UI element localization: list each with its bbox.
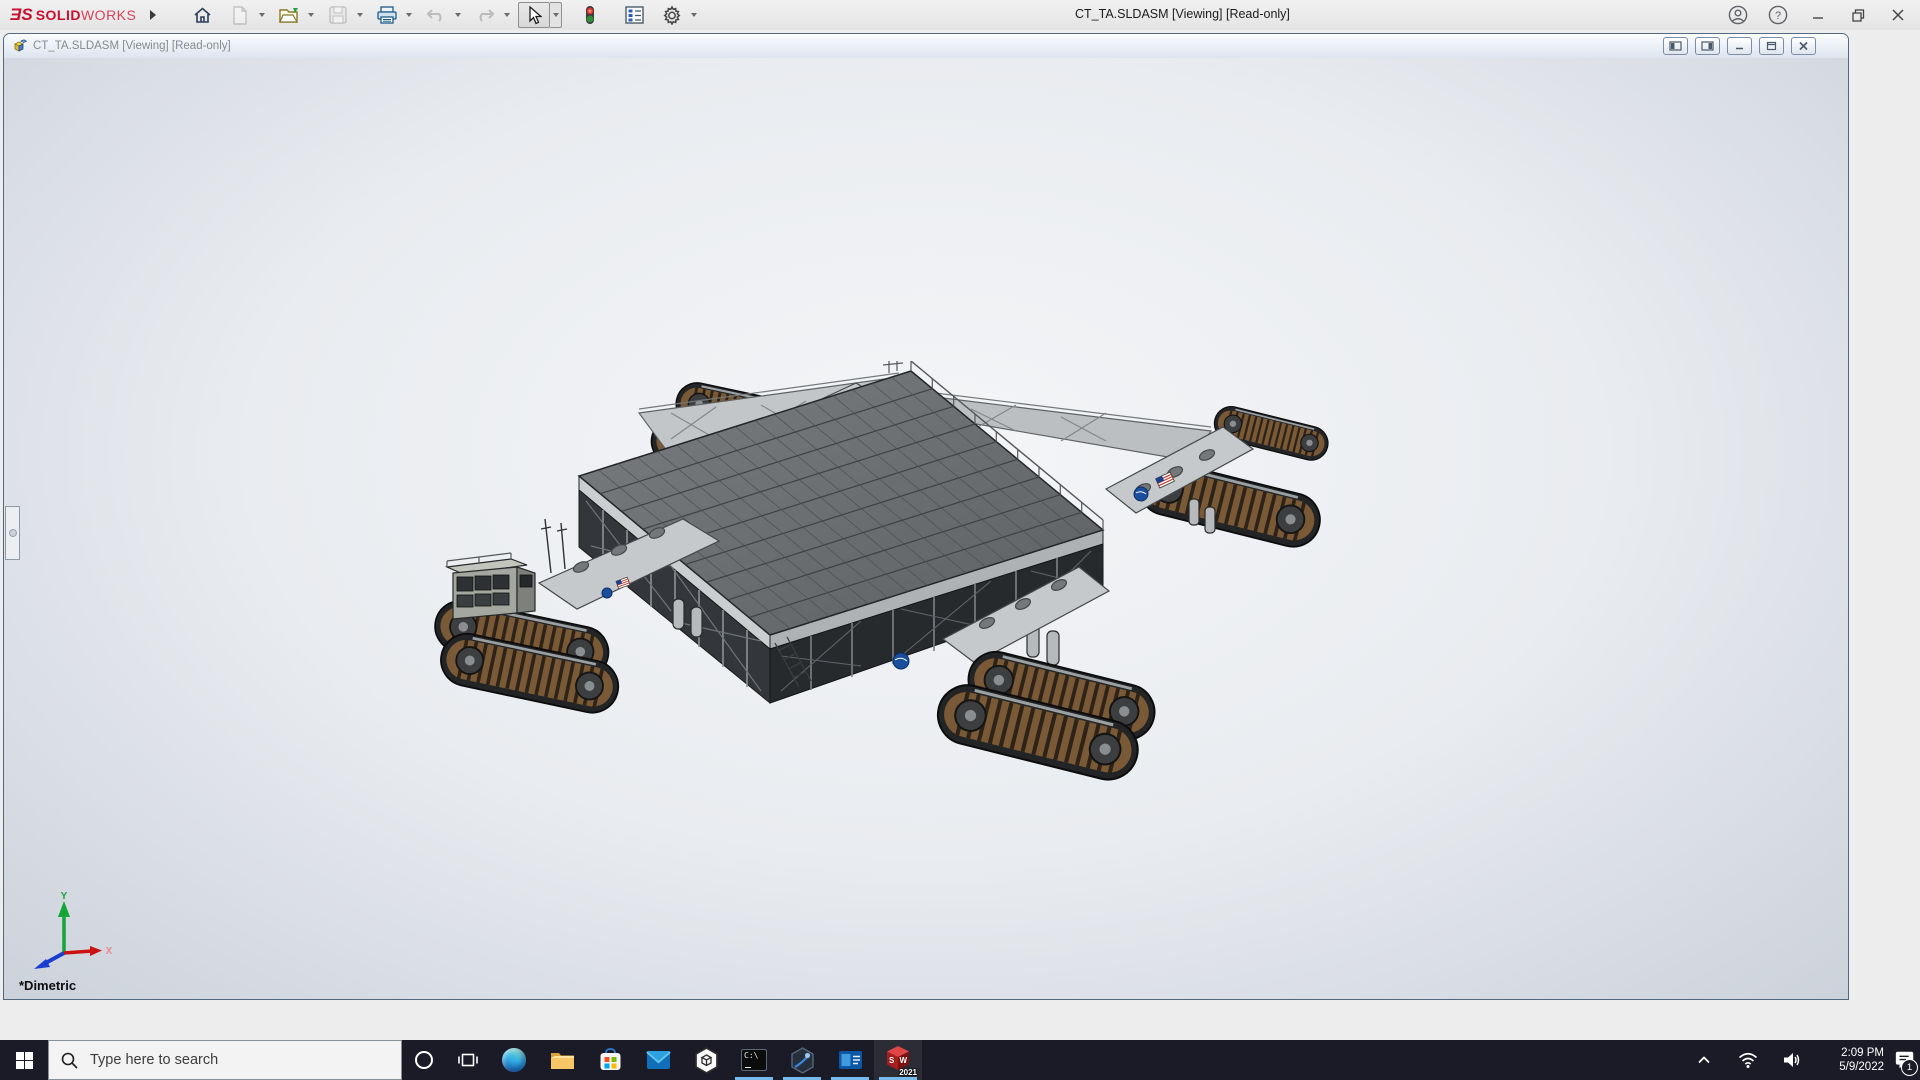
document-window-controls bbox=[1663, 37, 1816, 55]
taskbar-search[interactable] bbox=[48, 1040, 402, 1080]
triad-x-label: X bbox=[106, 946, 113, 957]
pane-left-button[interactable] bbox=[1663, 37, 1688, 55]
taskbar-app-microsoft-store[interactable] bbox=[586, 1040, 634, 1080]
operator-cab bbox=[447, 519, 567, 619]
print-dropdown[interactable] bbox=[403, 3, 414, 27]
task-pane-form-button[interactable] bbox=[618, 2, 650, 28]
cortana-button[interactable] bbox=[402, 1040, 446, 1080]
wifi-icon[interactable] bbox=[1726, 1040, 1770, 1080]
new-document-dropdown bbox=[256, 3, 267, 27]
taskbar-clock[interactable]: 2:09 PM 5/9/2022 bbox=[1814, 1040, 1890, 1080]
3d-viewer-icon bbox=[694, 1047, 719, 1074]
system-tray: 2:09 PM 5/9/2022 1 bbox=[1682, 1040, 1920, 1080]
featuremanager-splitter-tab[interactable] bbox=[5, 506, 20, 560]
app-titlebar: ƎS SOLID WORKS bbox=[0, 0, 1920, 31]
select-tool-dropdown[interactable] bbox=[550, 2, 562, 28]
redo-button bbox=[469, 2, 501, 28]
document-titlebar[interactable]: CT_TA.SLDASM [Viewing] [Read-only] bbox=[4, 34, 1848, 59]
view-orientation-label: *Dimetric bbox=[19, 978, 76, 993]
taskbar-app-mail[interactable] bbox=[634, 1040, 682, 1080]
new-document-button bbox=[224, 2, 256, 28]
pane-right-button[interactable] bbox=[1695, 37, 1720, 55]
model-container bbox=[431, 361, 1341, 791]
edge-icon bbox=[502, 1048, 526, 1072]
open-dropdown[interactable] bbox=[305, 3, 316, 27]
assembly-icon bbox=[12, 39, 27, 53]
document-window: CT_TA.SLDASM [Viewing] [Read-only] bbox=[3, 33, 1849, 1000]
command-prompt-icon: C:\ bbox=[741, 1049, 767, 1071]
volume-icon[interactable] bbox=[1770, 1040, 1814, 1080]
taskbar-app-3d-viewer[interactable] bbox=[682, 1040, 730, 1080]
reference-triad: Y X bbox=[26, 891, 116, 981]
document-title: CT_TA.SLDASM [Viewing] [Read-only] bbox=[33, 40, 231, 52]
crawler-transporter-model[interactable] bbox=[431, 361, 1341, 791]
triad-y-label: Y bbox=[61, 891, 68, 902]
solidworks-2021-icon: S W 2021 bbox=[885, 1045, 911, 1075]
options-gear-button[interactable] bbox=[656, 2, 688, 28]
screen: ƎS SOLID WORKS bbox=[0, 0, 1920, 1080]
undo-dropdown bbox=[452, 3, 463, 27]
options-gear-dropdown[interactable] bbox=[688, 3, 699, 27]
remote-desktop-icon bbox=[838, 1050, 863, 1070]
search-icon bbox=[61, 1052, 78, 1069]
notification-badge: 1 bbox=[1901, 1059, 1918, 1076]
edrawings-icon bbox=[790, 1047, 815, 1074]
action-center-button[interactable]: 1 bbox=[1890, 1040, 1920, 1080]
taskbar-app-solidworks[interactable]: S W 2021 bbox=[874, 1040, 922, 1080]
solidworks-logo-bold: SOLID bbox=[36, 7, 81, 23]
open-button[interactable] bbox=[273, 2, 305, 28]
start-button[interactable] bbox=[0, 1040, 48, 1080]
solidworks-logo-light: WORKS bbox=[81, 7, 136, 23]
close-button[interactable] bbox=[1886, 3, 1910, 27]
solidworks-logo: ƎS SOLID WORKS bbox=[10, 5, 136, 25]
windows-taskbar: C:\ S W 2021 bbox=[0, 1040, 1920, 1080]
account-icon[interactable] bbox=[1726, 3, 1750, 27]
minimize-button[interactable] bbox=[1806, 3, 1830, 27]
app-client-area: CT_TA.SLDASM [Viewing] [Read-only] bbox=[0, 30, 1920, 1040]
tray-time: 2:09 PM bbox=[1841, 1046, 1884, 1060]
print-button[interactable] bbox=[371, 2, 403, 28]
front-right-bogie bbox=[932, 646, 1161, 786]
save-button bbox=[322, 2, 354, 28]
graphics-viewport[interactable]: Y X *Dimetric bbox=[4, 58, 1848, 999]
tray-date: 5/9/2022 bbox=[1839, 1060, 1884, 1074]
undo-button bbox=[420, 2, 452, 28]
search-input[interactable] bbox=[88, 1051, 362, 1069]
taskbar-app-edge[interactable] bbox=[490, 1040, 538, 1080]
solidworks-logo-glyph: ƎS bbox=[10, 5, 33, 25]
taskbar-app-command-prompt[interactable]: C:\ bbox=[730, 1040, 778, 1080]
doc-close-button[interactable] bbox=[1791, 37, 1816, 55]
select-tool-button[interactable] bbox=[518, 2, 550, 28]
app-title: CT_TA.SLDASM [Viewing] [Read-only] bbox=[1075, 7, 1290, 21]
solidworks-version-label: 2021 bbox=[899, 1068, 917, 1077]
doc-minimize-button[interactable] bbox=[1727, 37, 1752, 55]
app-window-controls: ? bbox=[1726, 0, 1910, 30]
taskbar-app-edrawings[interactable] bbox=[778, 1040, 826, 1080]
redo-dropdown bbox=[501, 3, 512, 27]
quick-access-toolbar bbox=[186, 2, 705, 28]
file-explorer-icon bbox=[550, 1050, 575, 1071]
restore-button[interactable] bbox=[1846, 3, 1870, 27]
taskbar-app-remote-desktop[interactable] bbox=[826, 1040, 874, 1080]
task-view-button[interactable] bbox=[446, 1040, 490, 1080]
menu-expander-arrow[interactable] bbox=[150, 10, 156, 20]
triad-container: Y X bbox=[26, 891, 116, 981]
taskbar-app-file-explorer[interactable] bbox=[538, 1040, 586, 1080]
doc-restore-button[interactable] bbox=[1759, 37, 1784, 55]
svg-text:?: ? bbox=[1775, 10, 1781, 22]
tray-chevron-icon[interactable] bbox=[1682, 1040, 1726, 1080]
microsoft-store-icon bbox=[599, 1048, 622, 1072]
help-icon[interactable]: ? bbox=[1766, 3, 1790, 27]
appearances-stoplight-button[interactable] bbox=[574, 2, 606, 28]
mail-icon bbox=[646, 1050, 671, 1070]
home-button[interactable] bbox=[186, 2, 218, 28]
document-title-group: CT_TA.SLDASM [Viewing] [Read-only] bbox=[12, 39, 231, 53]
save-dropdown bbox=[354, 3, 365, 27]
